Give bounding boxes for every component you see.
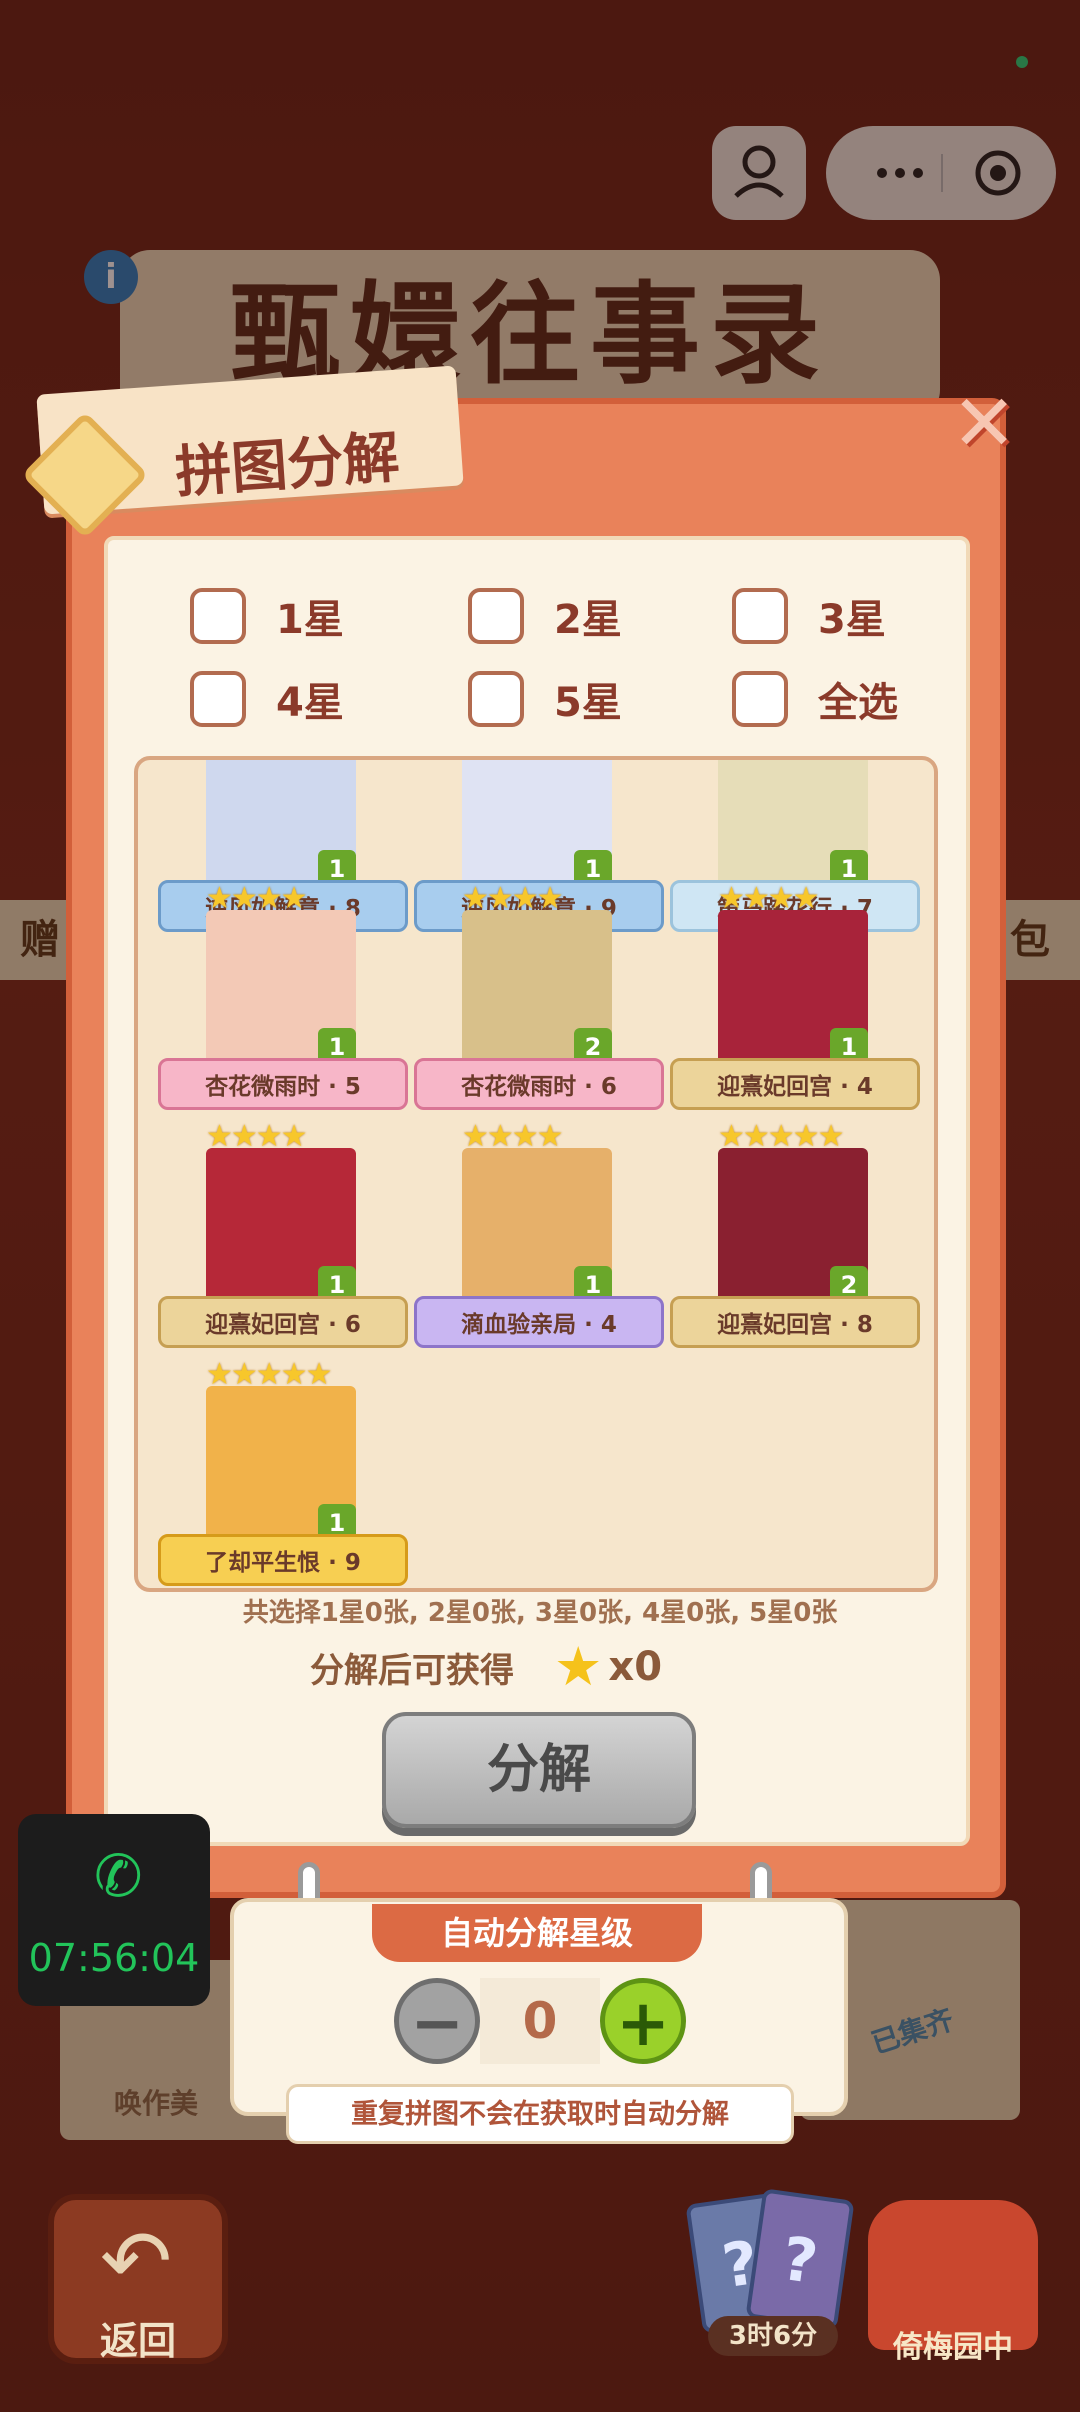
card-name-ribbon: 迎熹妃回宫 · 8 bbox=[670, 1296, 920, 1348]
garden-label: 倚梅园中 bbox=[893, 2330, 1013, 2365]
filter-4-star[interactable]: 4星 bbox=[190, 670, 344, 728]
puzzle-card[interactable]: ★★★★ 1 迎熹妃回宫 · 4 bbox=[670, 880, 920, 1110]
question-card-icon: ? bbox=[745, 2188, 855, 2330]
call-duration: 07:56:04 bbox=[28, 1936, 200, 1980]
checkbox[interactable] bbox=[468, 671, 524, 727]
back-button[interactable]: ↶ 返回 bbox=[48, 2194, 228, 2364]
card-name-ribbon: 迎熹妃回宫 · 4 bbox=[670, 1058, 920, 1110]
decrease-button[interactable]: − bbox=[394, 1978, 480, 2064]
filter-label: 2星 bbox=[554, 597, 622, 643]
call-floating-widget[interactable]: ✆ 07:56:04 bbox=[18, 1814, 210, 2006]
phone-icon: ✆ bbox=[94, 1842, 143, 1910]
puzzle-card[interactable]: ★★★★ 1 杏花微雨时 · 5 bbox=[158, 880, 408, 1110]
star-rating: ★★★★★ bbox=[206, 1357, 332, 1392]
filter-1-star[interactable]: 1星 bbox=[190, 587, 344, 645]
filter-2-star[interactable]: 2星 bbox=[468, 587, 622, 645]
puzzle-card[interactable]: ★★★★★ 1 了却平生恨 · 9 bbox=[158, 1356, 408, 1586]
selection-summary: 共选择1星0张, 2星0张, 3星0张, 4星0张, 5星0张 bbox=[242, 1598, 838, 1628]
back-label: 返回 bbox=[99, 2319, 176, 2363]
close-button[interactable]: ✕ bbox=[948, 385, 1020, 463]
checkbox[interactable] bbox=[468, 588, 524, 644]
checkbox[interactable] bbox=[732, 671, 788, 727]
auto-decompose-title: 自动分解星级 bbox=[372, 1904, 702, 1962]
deck-timer: 3时6分 bbox=[708, 2316, 838, 2356]
filter-label: 4星 bbox=[276, 680, 344, 726]
puzzle-card[interactable]: ★★★★★ 2 迎熹妃回宫 · 8 bbox=[670, 1118, 920, 1348]
card-name-ribbon: 杏花微雨时 · 5 bbox=[158, 1058, 408, 1110]
back-arrow-icon: ↶ bbox=[100, 2212, 173, 2312]
star-rating: ★★★★★ bbox=[718, 1119, 844, 1154]
reward-row: 分解后可获得 ★ x0 bbox=[310, 1640, 662, 1694]
filter-label: 3星 bbox=[818, 597, 886, 643]
puzzle-grid: 1 逆风如解意 · 8 1 逆风如解意 · 9 1 策马踏花行 · 7 ★★★★… bbox=[134, 756, 938, 1592]
filter-select-all[interactable]: 全选 bbox=[732, 670, 898, 728]
auto-decompose-hint: 重复拼图不会在获取时自动分解 bbox=[286, 2084, 794, 2144]
filter-label: 1星 bbox=[276, 597, 344, 643]
filter-label: 全选 bbox=[818, 680, 898, 726]
card-name-ribbon: 滴血验亲局 · 4 bbox=[414, 1296, 664, 1348]
star-rating: ★★★★ bbox=[206, 881, 308, 916]
star-rating: ★★★★ bbox=[718, 881, 820, 916]
filter-5-star[interactable]: 5星 bbox=[468, 670, 622, 728]
filter-3-star[interactable]: 3星 bbox=[732, 587, 886, 645]
card-name-ribbon: 迎熹妃回宫 · 6 bbox=[158, 1296, 408, 1348]
modal-title: 拼图分解 bbox=[173, 425, 402, 506]
auto-star-level: 0 bbox=[480, 1978, 600, 2064]
checkbox[interactable] bbox=[190, 588, 246, 644]
card-name-ribbon: 了却平生恨 · 9 bbox=[158, 1534, 408, 1586]
decompose-button[interactable]: 分解 bbox=[382, 1712, 696, 1828]
star-rating: ★★★★ bbox=[462, 1119, 564, 1154]
star-rating: ★★★★ bbox=[462, 881, 564, 916]
filter-label: 5星 bbox=[554, 680, 622, 726]
checkbox[interactable] bbox=[190, 671, 246, 727]
checkbox[interactable] bbox=[732, 588, 788, 644]
puzzle-card[interactable]: ★★★★ 1 滴血验亲局 · 4 bbox=[414, 1118, 664, 1348]
reward-label: 分解后可获得 bbox=[310, 1650, 514, 1691]
puzzle-card[interactable]: ★★★★ 2 杏花微雨时 · 6 bbox=[414, 880, 664, 1110]
card-name-ribbon: 杏花微雨时 · 6 bbox=[414, 1058, 664, 1110]
reward-value: x0 bbox=[608, 1644, 663, 1690]
puzzle-card[interactable]: ★★★★ 1 迎熹妃回宫 · 6 bbox=[158, 1118, 408, 1348]
increase-button[interactable]: + bbox=[600, 1978, 686, 2064]
star-rating: ★★★★ bbox=[206, 1119, 308, 1154]
star-icon: ★ bbox=[554, 1635, 603, 1698]
